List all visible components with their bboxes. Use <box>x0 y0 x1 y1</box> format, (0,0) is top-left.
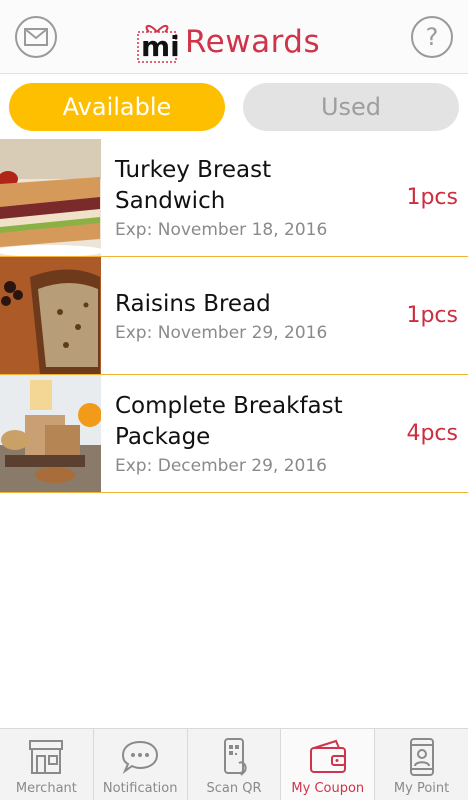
bottom-nav: Merchant Notification Scan QR My Coupon … <box>0 728 468 800</box>
coupon-title: Complete Breakfast Package <box>115 393 343 450</box>
coupon-expiry: Exp: November 18, 2016 <box>115 220 328 240</box>
nav-my-coupon[interactable]: My Coupon <box>280 729 375 800</box>
coupon-list: Turkey Breast Sandwich Exp: November 18,… <box>0 139 468 493</box>
mail-button[interactable] <box>15 16 57 58</box>
mail-icon <box>24 28 48 46</box>
chat-bubble-icon <box>120 737 160 777</box>
coupon-expiry: Exp: December 29, 2016 <box>115 456 327 476</box>
tab-used[interactable]: Used <box>243 83 459 131</box>
app-logo: mi Rewards <box>135 14 320 64</box>
phone-user-icon <box>402 737 442 777</box>
nav-label: My Point <box>393 781 450 796</box>
app-header: mi Rewards ? <box>0 0 468 74</box>
coupon-quantity: 4pcs <box>406 421 458 446</box>
coupon-item[interactable]: Turkey Breast Sandwich Exp: November 18,… <box>0 139 468 257</box>
nav-notification[interactable]: Notification <box>92 729 187 800</box>
coupon-title: Turkey Breast Sandwich <box>115 157 272 214</box>
brand-prefix: mi <box>141 30 180 63</box>
nav-my-point[interactable]: My Point <box>374 729 468 800</box>
gift-logo-icon: mi <box>135 20 180 64</box>
help-button[interactable]: ? <box>411 16 453 58</box>
coupon-item[interactable]: Complete Breakfast Package Exp: December… <box>0 375 468 493</box>
coupon-quantity: 1pcs <box>406 303 458 328</box>
nav-label: Merchant <box>15 781 77 796</box>
nav-scan-qr[interactable]: Scan QR <box>186 729 281 800</box>
phone-qr-icon <box>214 737 254 777</box>
wallet-icon <box>308 737 348 777</box>
brand-name: Rewards <box>185 24 321 60</box>
storefront-icon <box>26 737 66 777</box>
coupon-item[interactable]: Raisins Bread Exp: November 29, 2016 1pc… <box>0 257 468 375</box>
tab-available[interactable]: Available <box>9 83 225 131</box>
nav-merchant[interactable]: Merchant <box>0 729 93 800</box>
coupon-title: Raisins Bread <box>115 290 271 317</box>
nav-label: My Coupon <box>291 781 365 796</box>
sandwich-photo <box>0 139 101 256</box>
nav-label: Scan QR <box>206 781 262 796</box>
coupon-expiry: Exp: November 29, 2016 <box>115 322 328 343</box>
nav-label: Notification <box>102 781 178 796</box>
raisin-bread-photo <box>0 257 101 374</box>
breakfast-photo <box>0 375 101 492</box>
help-icon: ? <box>425 23 439 51</box>
coupon-quantity: 1pcs <box>406 185 458 210</box>
